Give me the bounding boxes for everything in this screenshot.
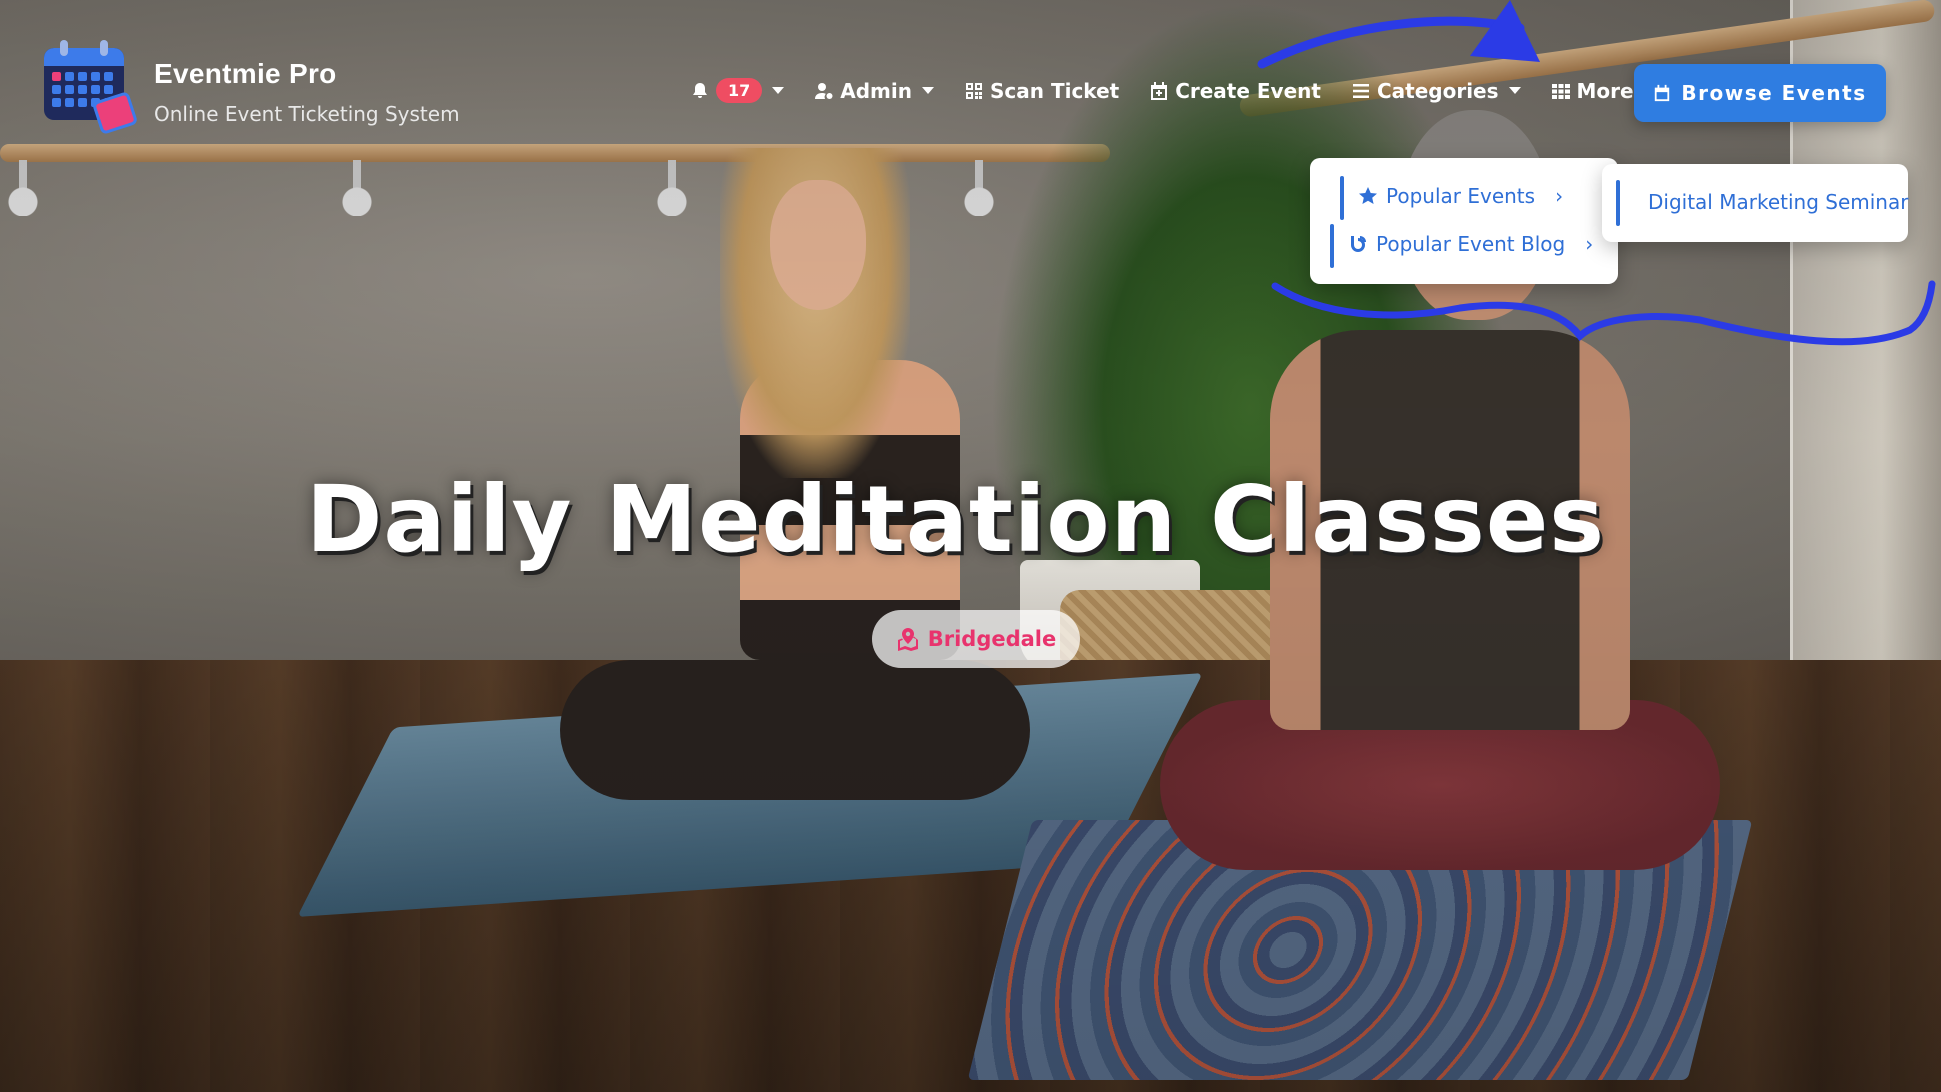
calendar-icon <box>1655 84 1670 102</box>
scan-ticket-link[interactable]: Scan Ticket <box>964 79 1119 103</box>
active-indicator <box>1340 176 1344 220</box>
submenu-item-digital-marketing-seminar[interactable]: Digital Marketing Seminar <box>1648 190 1908 214</box>
active-indicator <box>1330 224 1334 268</box>
chevron-down-icon <box>1508 87 1521 94</box>
active-indicator <box>1616 180 1620 226</box>
chevron-right-icon: › <box>1555 184 1564 208</box>
map-marker-icon <box>897 628 918 651</box>
dropdown-item-label: Popular Event Blog <box>1376 232 1566 256</box>
blog-icon <box>1351 236 1366 252</box>
star-icon <box>1359 187 1377 204</box>
popular-events-submenu: Digital Marketing Seminar <box>1602 164 1908 242</box>
dropdown-item-label: Popular Events <box>1386 184 1536 208</box>
more-dropdown-menu: Popular Events › Popular Event Blog › <box>1310 158 1618 284</box>
create-event-label: Create Event <box>1175 78 1321 103</box>
create-event-link[interactable]: Create Event <box>1149 79 1321 103</box>
hero-title: Daily Meditation Classes <box>306 466 1605 573</box>
calendar-plus-icon <box>1151 81 1168 100</box>
hero-location-button[interactable]: Bridgedale <box>872 610 1080 668</box>
brand-name: Eventmie Pro <box>154 58 337 89</box>
brand[interactable]: Eventmie Pro Online Event Ticketing Syst… <box>40 40 460 136</box>
grid-icon <box>1551 83 1570 99</box>
qrcode-icon <box>966 82 982 99</box>
user-cog-icon <box>815 82 833 99</box>
dropdown-item-popular-event-blog[interactable]: Popular Event Blog › <box>1330 224 1594 268</box>
categories-menu[interactable]: Categories <box>1351 79 1521 103</box>
browse-events-label: Browse Events <box>1681 81 1867 105</box>
list-icon <box>1352 83 1369 98</box>
admin-menu[interactable]: Admin <box>814 79 934 103</box>
brand-tagline: Online Event Ticketing System <box>154 102 460 126</box>
more-label: More <box>1576 78 1634 103</box>
chevron-down-icon <box>772 87 785 94</box>
notification-count-badge: 17 <box>716 78 763 103</box>
categories-label: Categories <box>1376 78 1499 103</box>
admin-label: Admin <box>840 78 912 103</box>
browse-events-button[interactable]: Browse Events <box>1634 64 1886 122</box>
chevron-down-icon <box>922 87 934 94</box>
main-nav: 17 Admin Scan Ticket Create Event Catego… <box>690 78 1686 103</box>
scan-ticket-label: Scan Ticket <box>990 78 1120 103</box>
dropdown-item-popular-events[interactable]: Popular Events › <box>1340 176 1564 220</box>
hero-location-label: Bridgedale <box>927 627 1057 651</box>
calendar-ticket-logo-icon <box>40 40 139 136</box>
chevron-right-icon: › <box>1585 232 1594 256</box>
bell-icon <box>693 82 707 98</box>
notifications-button[interactable]: 17 <box>690 78 785 103</box>
